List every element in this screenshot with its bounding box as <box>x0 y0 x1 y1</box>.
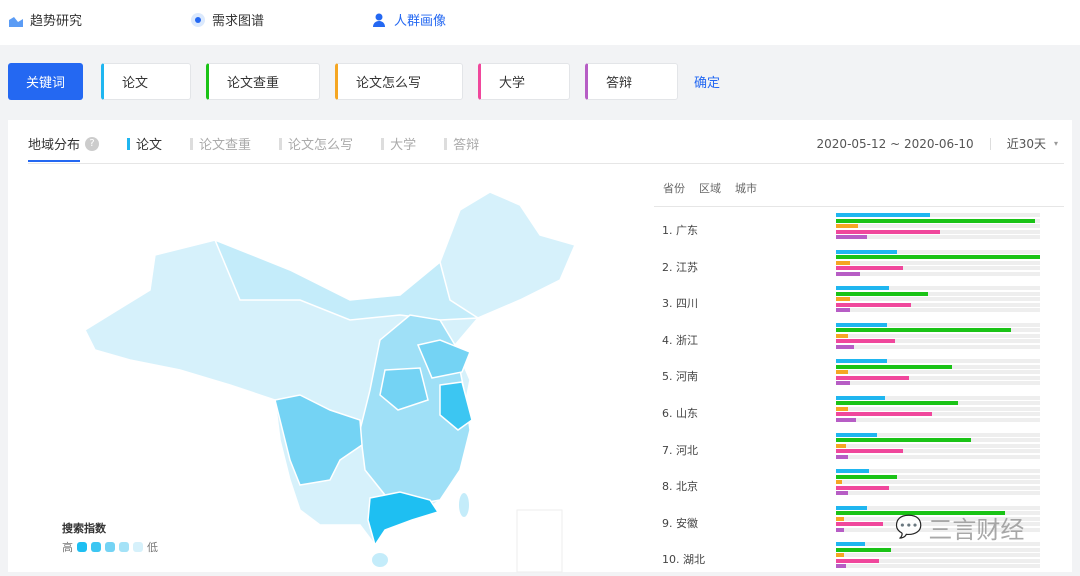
map-legend: 搜索指数 高 低 <box>62 520 158 555</box>
legend-title: 搜索指数 <box>62 522 106 535</box>
legend-high-label: 高 <box>62 541 73 554</box>
legend-swatch <box>77 542 87 552</box>
legend-swatch <box>119 542 129 552</box>
legend-swatch <box>133 542 143 552</box>
legend-low-label: 低 <box>147 541 158 554</box>
map-region-northeast <box>439 191 577 319</box>
watermark-text: 三言财经 <box>928 516 1025 544</box>
map-region-taiwan <box>459 493 469 517</box>
china-map[interactable] <box>0 0 1080 575</box>
legend-swatch <box>91 542 101 552</box>
map-region-guangdong <box>367 491 440 547</box>
south-sea-inset <box>516 509 563 573</box>
watermark: 💬 三言财经 <box>895 510 1024 545</box>
map-region-hainan <box>372 553 388 567</box>
wechat-icon: 💬 <box>895 515 923 540</box>
legend-swatch <box>105 542 115 552</box>
